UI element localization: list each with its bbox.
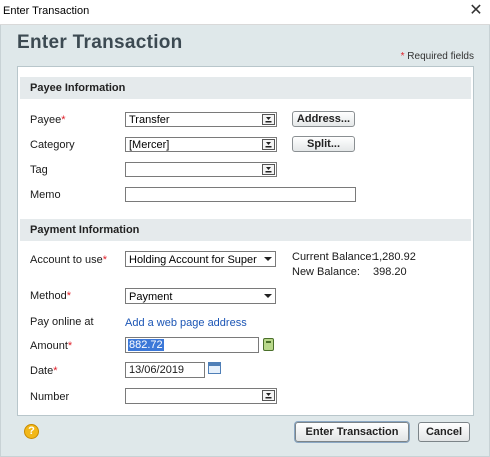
number-list-icon[interactable]	[262, 390, 275, 401]
tag-combobox[interactable]	[125, 162, 277, 177]
title-bar: Enter Transaction ✕	[0, 0, 490, 25]
payee-value: Transfer	[129, 114, 170, 126]
payee-section-header: Payee Information	[20, 77, 471, 99]
chevron-down-icon	[264, 294, 272, 298]
payee-section-title: Payee Information	[30, 82, 126, 94]
number-label: Number	[30, 391, 70, 403]
memo-input[interactable]	[125, 187, 356, 202]
category-label: Category	[30, 139, 75, 151]
add-web-page-link[interactable]: Add a web page address	[125, 317, 247, 329]
payee-list-icon[interactable]	[262, 114, 275, 125]
pay-online-label: Pay online at	[30, 316, 94, 328]
amount-label: Amount*	[30, 340, 72, 352]
calendar-icon[interactable]	[208, 362, 221, 374]
category-value: [Mercer]	[129, 139, 170, 151]
split-button[interactable]: Split...	[292, 136, 355, 152]
close-icon[interactable]: ✕	[468, 2, 484, 20]
payee-combobox[interactable]: Transfer	[125, 112, 277, 127]
date-label: Date*	[30, 365, 58, 377]
page-title: Enter Transaction	[17, 32, 183, 53]
account-value: Holding Account for Super	[129, 254, 257, 266]
amount-input[interactable]: 882.72	[125, 337, 259, 353]
account-dropdown[interactable]: Holding Account for Super	[125, 251, 276, 267]
date-value: 13/06/2019	[129, 364, 185, 376]
new-balance-value: 398.20	[373, 266, 407, 278]
amount-required-star: *	[67, 340, 73, 352]
window-title: Enter Transaction	[3, 5, 90, 17]
cancel-button[interactable]: Cancel	[418, 422, 470, 442]
account-label-text: Account to use	[30, 254, 103, 266]
amount-value: 882.72	[128, 339, 164, 351]
date-input[interactable]: 13/06/2019	[125, 362, 205, 378]
current-balance-label: Current Balance:	[292, 251, 375, 263]
method-label-text: Method	[30, 290, 67, 302]
current-balance-value: 1,280.92	[373, 251, 416, 263]
payee-label: Payee*	[30, 114, 65, 126]
account-label: Account to use*	[30, 254, 107, 266]
payment-section-header: Payment Information	[20, 219, 471, 241]
calculator-icon[interactable]	[263, 338, 274, 351]
method-value: Payment	[129, 291, 173, 303]
required-note: * Required fields	[401, 51, 474, 62]
payee-label-text: Payee	[30, 114, 62, 126]
tag-list-icon[interactable]	[262, 164, 275, 175]
method-dropdown[interactable]: Payment	[125, 288, 276, 304]
method-label: Method*	[30, 290, 71, 302]
payment-section-title: Payment Information	[30, 224, 140, 236]
address-button[interactable]: Address...	[292, 111, 355, 127]
date-required-star: *	[53, 365, 58, 377]
category-list-icon[interactable]	[262, 139, 275, 150]
account-required-star: *	[102, 254, 108, 266]
enter-transaction-button[interactable]: Enter Transaction	[295, 422, 409, 442]
method-required-star: *	[66, 290, 71, 302]
payee-required-star: *	[61, 114, 66, 126]
chevron-down-icon	[264, 257, 272, 261]
new-balance-label: New Balance:	[292, 266, 360, 278]
required-text: Required fields	[407, 51, 474, 62]
number-combobox[interactable]	[125, 388, 277, 404]
required-star: *	[400, 51, 405, 62]
category-combobox[interactable]: [Mercer]	[125, 137, 277, 152]
help-icon[interactable]: ?	[24, 424, 39, 439]
date-label-text: Date	[30, 365, 54, 377]
amount-label-text: Amount	[30, 340, 68, 352]
memo-label: Memo	[30, 189, 61, 201]
tag-label: Tag	[30, 164, 48, 176]
